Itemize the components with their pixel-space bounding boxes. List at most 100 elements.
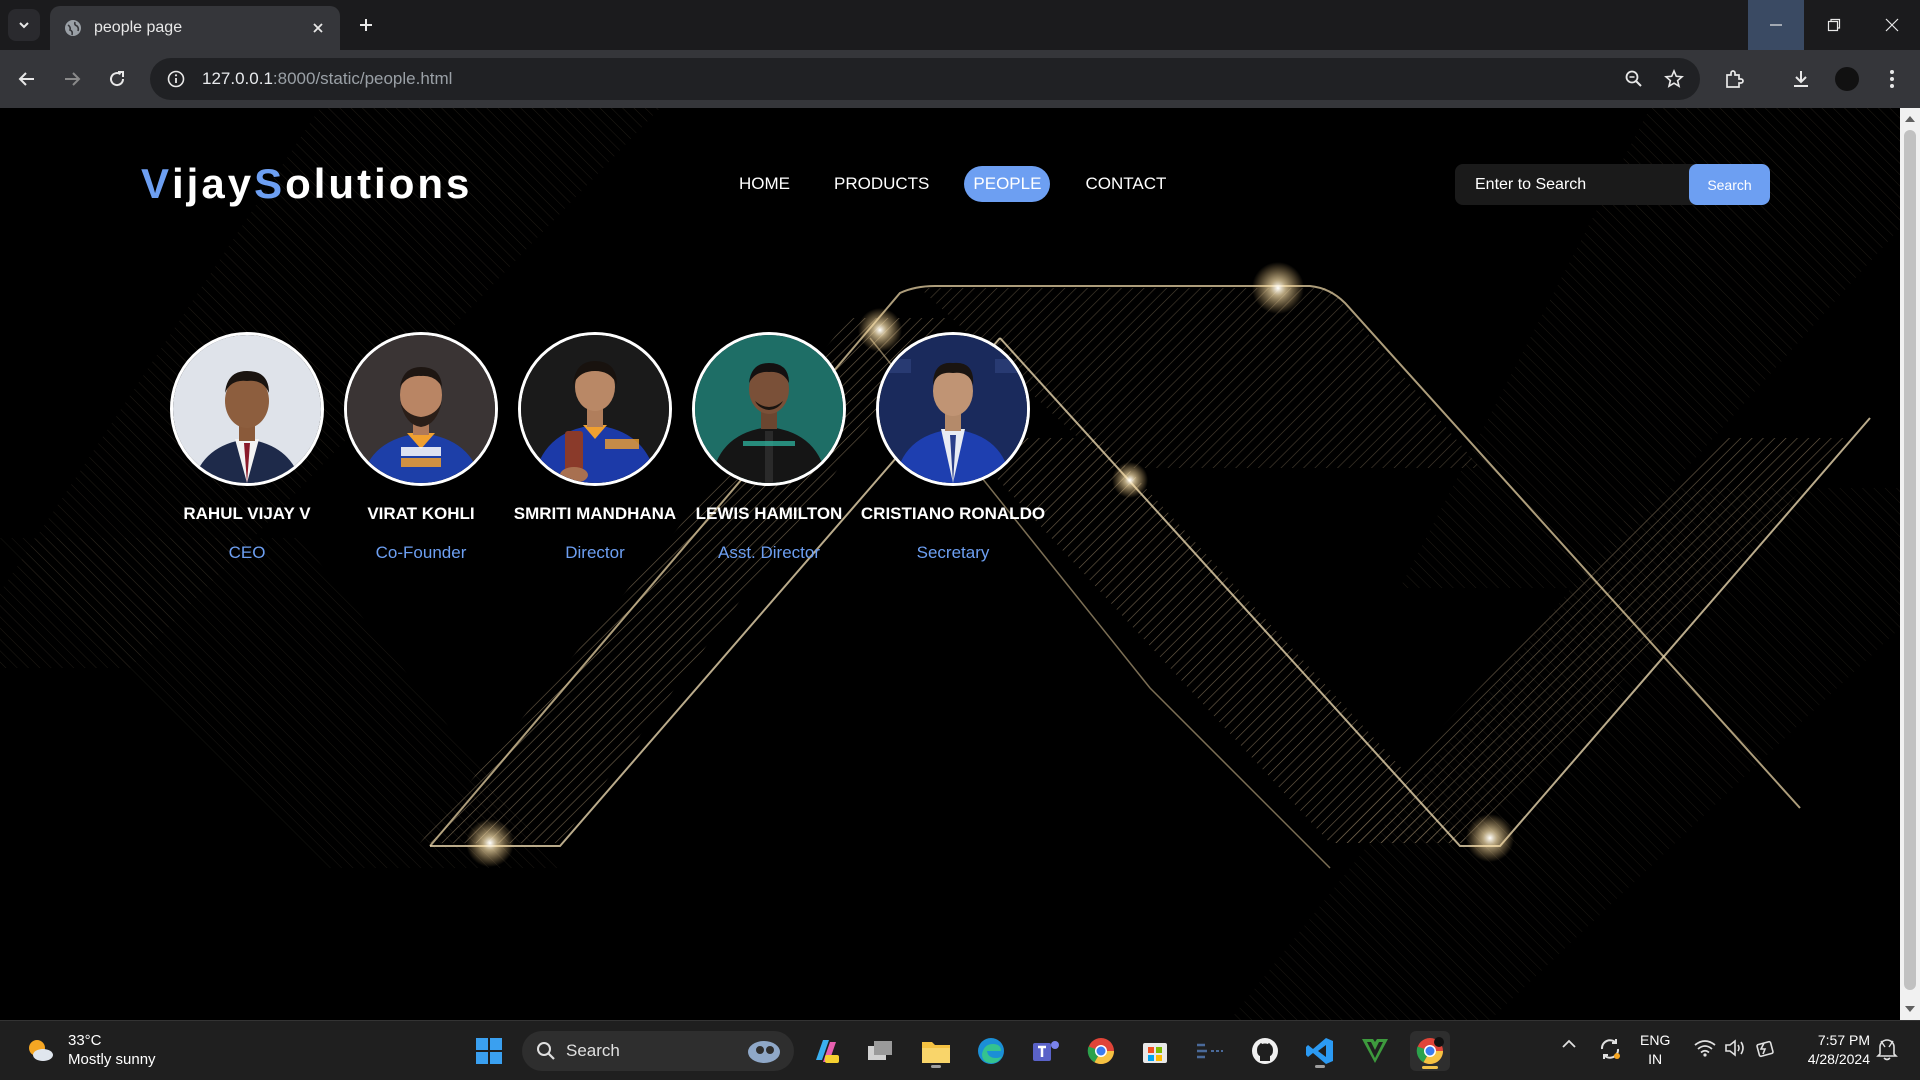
speaker-icon: [1725, 1039, 1744, 1057]
avatar: [170, 332, 324, 486]
copilot-app[interactable]: [806, 1031, 846, 1071]
restore-button[interactable]: [1806, 0, 1862, 50]
wifi-icon: [1694, 1040, 1716, 1057]
chrome-app-1[interactable]: [1081, 1031, 1121, 1071]
page-scrollbar[interactable]: [1900, 108, 1920, 1020]
active-tab[interactable]: people page: [50, 6, 340, 50]
avatar: [876, 332, 1030, 486]
teams-app[interactable]: [1026, 1031, 1066, 1071]
person-card-cristiano[interactable]: CRISTIANO RONALDO Secretary: [843, 332, 1063, 563]
browser-menu-button[interactable]: [1876, 63, 1908, 95]
network-tray-button[interactable]: [1694, 1039, 1716, 1057]
reload-button[interactable]: [101, 63, 133, 95]
minimize-button[interactable]: [1748, 0, 1804, 50]
plus-icon: [360, 19, 372, 31]
chrome-icon: [1416, 1037, 1444, 1065]
running-indicator: [1315, 1065, 1325, 1068]
chevron-down-icon: [19, 22, 29, 29]
logo-letter-v: V: [141, 160, 173, 207]
nav-home[interactable]: HOME: [730, 166, 799, 202]
show-hidden-icons-button[interactable]: [1561, 1039, 1577, 1049]
scrollbar-thumb[interactable]: [1904, 130, 1916, 990]
downloads-button[interactable]: [1785, 63, 1817, 95]
main-nav: HOME PRODUCTS PEOPLE CONTACT: [730, 166, 1201, 202]
battery-tray-button[interactable]: [1754, 1038, 1776, 1058]
people-list: RAHUL VIJAY V CEO VIRAT KOHLI Co-Founder…: [0, 332, 1100, 572]
arrow-right-icon: [65, 72, 81, 86]
avatar: [1835, 67, 1859, 91]
vscode-app[interactable]: [1300, 1031, 1340, 1071]
extensions-button[interactable]: [1718, 63, 1750, 95]
close-window-button[interactable]: [1864, 0, 1920, 50]
terminal-app[interactable]: [1190, 1031, 1230, 1071]
file-explorer-app[interactable]: [916, 1031, 956, 1071]
zoom-button[interactable]: [1618, 63, 1650, 95]
chrome-icon: [1087, 1038, 1115, 1065]
taskbar: 33°C Mostly sunny Search ENG IN 7:57 PM …: [0, 1020, 1920, 1080]
chrome-app-2[interactable]: [1410, 1031, 1450, 1071]
task-view-app[interactable]: [860, 1031, 900, 1071]
avatar: [518, 332, 672, 486]
weather-temp: 33°C: [68, 1032, 102, 1049]
avatar: [692, 332, 846, 486]
search-highlight-icon: [748, 1041, 780, 1063]
back-button[interactable]: [11, 63, 43, 95]
language-indicator[interactable]: ENG IN: [1640, 1031, 1670, 1069]
zoom-icon: [1625, 70, 1642, 87]
search-icon: [537, 1042, 555, 1060]
logo-text-ijay: ijay: [172, 160, 255, 207]
bookmark-button[interactable]: [1658, 63, 1690, 95]
vscode-icon: [1306, 1038, 1333, 1064]
clock[interactable]: 7:57 PM 4/28/2024: [1790, 1031, 1870, 1069]
start-button[interactable]: [469, 1031, 509, 1071]
download-icon: [1794, 71, 1808, 87]
tab-title: people page: [94, 19, 183, 36]
terminal-icon: [1197, 1043, 1223, 1059]
page-viewport: V ijay S olutions HOME PRODUCTS PEOPLE C…: [0, 108, 1900, 1020]
vim-app[interactable]: [1355, 1031, 1395, 1071]
sync-tray-button[interactable]: [1598, 1037, 1622, 1061]
edge-app[interactable]: [971, 1031, 1011, 1071]
forward-button[interactable]: [56, 63, 88, 95]
logo-text-olutions: olutions: [285, 160, 473, 207]
globe-icon: [64, 19, 82, 37]
windows-icon: [476, 1038, 502, 1064]
sun-cloud-icon: [29, 1040, 53, 1061]
arrow-left-icon: [18, 72, 34, 86]
weather-widget[interactable]: 33°C Mostly sunny: [24, 1031, 156, 1069]
teams-icon: [1033, 1041, 1059, 1061]
scroll-up-icon[interactable]: [1900, 110, 1920, 128]
search-input[interactable]: [1455, 164, 1689, 205]
nav-people[interactable]: PEOPLE: [964, 166, 1051, 202]
store-app[interactable]: [1135, 1031, 1175, 1071]
sync-icon: [1600, 1039, 1620, 1059]
site-logo[interactable]: V ijay S olutions: [141, 160, 472, 208]
chevron-up-icon: [1562, 1039, 1576, 1048]
notification-button[interactable]: [1876, 1037, 1898, 1061]
volume-tray-button[interactable]: [1724, 1039, 1746, 1057]
vim-icon: [1362, 1039, 1388, 1063]
scroll-down-icon[interactable]: [1900, 1000, 1920, 1018]
close-tab-icon[interactable]: [304, 14, 332, 42]
edge-icon: [978, 1038, 1004, 1064]
puzzle-icon: [1726, 70, 1744, 88]
running-indicator: [931, 1065, 941, 1068]
address-bar[interactable]: 127.0.0.1:8000/static/people.html: [150, 58, 1700, 100]
site-search: Search: [1455, 164, 1770, 205]
tab-search-button[interactable]: [8, 9, 40, 41]
search-button[interactable]: Search: [1689, 164, 1770, 205]
active-indicator: [1422, 1066, 1438, 1069]
taskbar-search[interactable]: Search: [522, 1031, 794, 1071]
github-app[interactable]: [1245, 1031, 1285, 1071]
nav-contact[interactable]: CONTACT: [1076, 166, 1175, 202]
task-view-icon: [868, 1041, 892, 1060]
region-code: IN: [1648, 1051, 1663, 1067]
more-vertical-icon: [1890, 70, 1894, 88]
nav-products[interactable]: PRODUCTS: [825, 166, 938, 202]
store-icon: [1143, 1043, 1167, 1063]
person-role: Secretary: [916, 543, 990, 562]
profile-button[interactable]: [1831, 63, 1863, 95]
site-info-icon[interactable]: [156, 58, 196, 100]
new-tab-button[interactable]: [350, 9, 382, 41]
battery-charging-icon: [1756, 1040, 1774, 1058]
